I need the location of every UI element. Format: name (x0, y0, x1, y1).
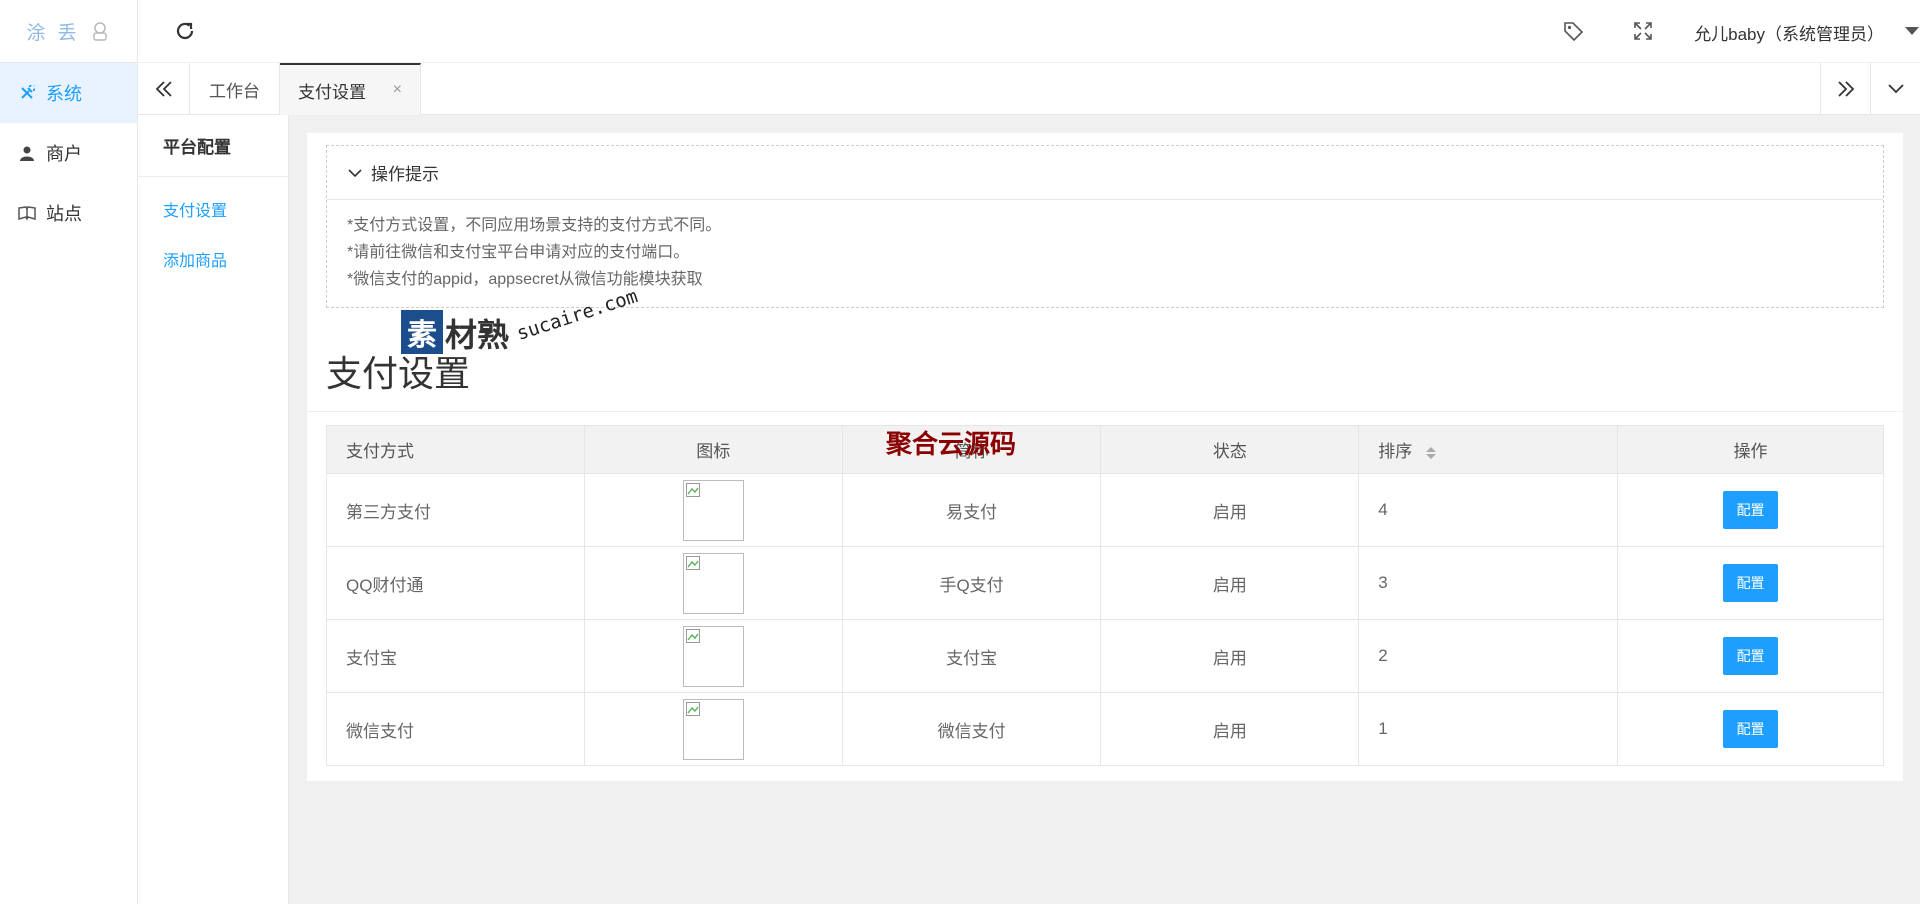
cell-status: 启用 (1100, 692, 1360, 766)
tab-label: 支付设置 (298, 82, 366, 102)
tools-icon (18, 84, 36, 102)
tip-line: *请前往微信和支付宝平台申请对应的支付端口。 (347, 244, 690, 261)
table-row: 微信支付 微信支付 启用 1 配置 (326, 692, 1884, 766)
tip-line: *微信支付的appid，appsecret从微信功能模块获取 (347, 271, 703, 288)
cell-actions: 配置 (1617, 619, 1884, 693)
table-row: QQ财付通 手Q支付 启用 3 配置 (326, 546, 1884, 620)
book-icon (18, 204, 36, 222)
tag-icon[interactable] (1562, 20, 1584, 42)
cell-short-name: 易支付 (842, 473, 1102, 547)
sort-icon[interactable] (1425, 445, 1437, 461)
top-header: 允儿baby（系统管理员） (138, 0, 1920, 63)
table-header-row: 支付方式 图标 简称 状态 排序 操作 (326, 425, 1884, 474)
watermark-text: 材熟 (445, 317, 510, 353)
juhe-watermark: 聚合云源码 (886, 430, 1017, 460)
tab-payment-settings[interactable]: 支付设置 × (280, 63, 421, 115)
logo-text-1: 涂 (26, 21, 46, 44)
tips-body: *支付方式设置，不同应用场景支持的支付方式不同。 *请前往微信和支付宝平台申请对… (327, 200, 1883, 305)
secondary-sidebar: 平台配置 支付设置 添加商品 (138, 115, 289, 904)
sidebar-item-label: 站点 (46, 204, 82, 224)
main-sidebar: 涂 丢 系统 商户 站点 (0, 0, 138, 904)
configure-button[interactable]: 配置 (1723, 491, 1779, 529)
broken-image-icon (682, 479, 744, 541)
column-header-icon: 图标 (584, 425, 843, 474)
close-icon[interactable]: × (393, 81, 402, 99)
broken-image-icon (682, 625, 744, 687)
logo[interactable]: 涂 丢 (0, 0, 137, 63)
sidebar-item-site[interactable]: 站点 (0, 183, 137, 243)
cell-short-name: 手Q支付 (842, 546, 1102, 620)
refresh-icon[interactable] (174, 20, 196, 42)
column-header-sort-label: 排序 (1378, 442, 1413, 461)
cell-sort: 1 (1358, 692, 1619, 766)
logo-text-2: 丢 (57, 21, 77, 44)
operation-tips-panel: 操作提示 *支付方式设置，不同应用场景支持的支付方式不同。 *请前往微信和支付宝… (326, 145, 1884, 308)
cell-actions: 配置 (1617, 473, 1884, 547)
caret-down-icon[interactable] (1904, 26, 1920, 36)
cell-icon (584, 546, 843, 620)
column-header-status: 状态 (1100, 425, 1360, 474)
tab-label: 工作台 (209, 81, 260, 101)
user-menu[interactable]: 允儿baby（系统管理员） (1694, 20, 1884, 45)
tab-menu-button[interactable] (1870, 63, 1920, 115)
cell-icon (584, 473, 843, 547)
table-row: 支付宝 支付宝 启用 2 配置 (326, 619, 1884, 693)
table-row: 第三方支付 易支付 启用 4 配置 (326, 473, 1884, 547)
tab-scroll-left-button[interactable] (138, 63, 190, 115)
tab-workbench[interactable]: 工作台 (190, 63, 280, 115)
fullscreen-icon[interactable] (1632, 20, 1654, 42)
main-content: 操作提示 *支付方式设置，不同应用场景支持的支付方式不同。 *请前往微信和支付宝… (307, 133, 1903, 781)
configure-button[interactable]: 配置 (1723, 637, 1779, 675)
cell-short-name: 支付宝 (842, 619, 1102, 693)
tab-bar: 工作台 支付设置 × (138, 63, 1920, 115)
cell-short-name: 微信支付 (842, 692, 1102, 766)
cell-status: 启用 (1100, 546, 1360, 620)
chevron-down-icon (1887, 84, 1904, 94)
double-chevron-right-icon (1837, 81, 1854, 97)
cell-actions: 配置 (1617, 692, 1884, 766)
tip-line: *支付方式设置，不同应用场景支持的支付方式不同。 (347, 217, 722, 234)
tips-toggle[interactable]: 操作提示 (327, 146, 1883, 200)
cell-sort: 3 (1358, 546, 1619, 620)
sucai-watermark: 素 材熟 sucaire.com (401, 285, 640, 356)
cell-sort: 4 (1358, 473, 1619, 547)
sidebar-item-label: 商户 (46, 144, 82, 164)
sidebar-item-label: 系统 (46, 84, 82, 104)
subnav-link-add-product[interactable]: 添加商品 (138, 237, 288, 287)
cell-method: 支付宝 (326, 619, 585, 693)
cell-method: QQ财付通 (326, 546, 585, 620)
configure-button[interactable]: 配置 (1723, 710, 1779, 748)
cell-method: 第三方支付 (326, 473, 585, 547)
user-icon (18, 144, 36, 162)
logo-icon (92, 22, 107, 41)
watermark-text: 素 (401, 310, 443, 354)
tab-scroll-right-button[interactable] (1820, 63, 1870, 115)
column-header-sort[interactable]: 排序 (1358, 425, 1619, 474)
cell-status: 启用 (1100, 619, 1360, 693)
cell-icon (584, 619, 843, 693)
payment-methods-table: 支付方式 图标 简称 状态 排序 操作 第三方支付 易支付 启用 4 配置 QQ… (326, 425, 1884, 766)
configure-button[interactable]: 配置 (1723, 564, 1779, 602)
broken-image-icon (682, 552, 744, 614)
tips-title: 操作提示 (371, 165, 439, 184)
chevron-down-icon (348, 168, 362, 177)
cell-status: 启用 (1100, 473, 1360, 547)
broken-image-icon (682, 698, 744, 760)
divider (307, 411, 1903, 412)
sidebar-item-system[interactable]: 系统 (0, 63, 137, 123)
column-header-actions: 操作 (1617, 425, 1884, 474)
cell-icon (584, 692, 843, 766)
column-header-method: 支付方式 (326, 425, 585, 474)
cell-method: 微信支付 (326, 692, 585, 766)
cell-actions: 配置 (1617, 546, 1884, 620)
sidebar-item-merchant[interactable]: 商户 (0, 123, 137, 183)
cell-sort: 2 (1358, 619, 1619, 693)
subnav-title: 平台配置 (138, 115, 288, 177)
double-chevron-left-icon (155, 81, 172, 97)
subnav-link-payment-settings[interactable]: 支付设置 (138, 187, 288, 237)
